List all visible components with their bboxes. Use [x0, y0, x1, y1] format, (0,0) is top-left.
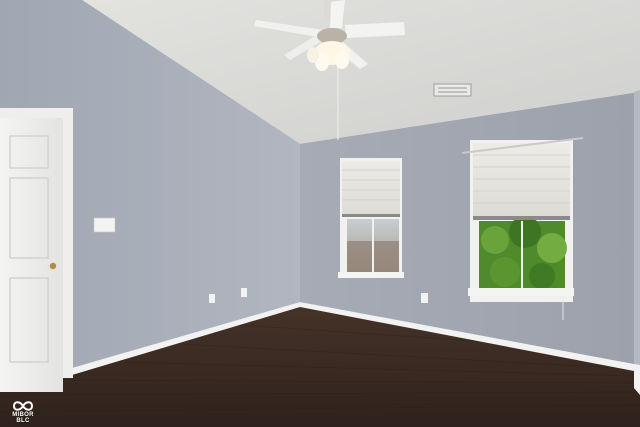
watermark-badge: MIBOR BLC	[6, 400, 40, 424]
light-switch-plate	[93, 217, 116, 233]
outlet-left-1	[209, 294, 215, 303]
door-knob	[49, 262, 57, 270]
room-photo: MIBOR BLC	[0, 0, 640, 427]
right-wall-edge	[634, 90, 640, 395]
room-scene	[0, 0, 640, 427]
outlet-left-2	[241, 288, 247, 297]
air-vent	[433, 83, 472, 97]
window-shade-right	[473, 143, 570, 219]
window-left	[338, 158, 404, 278]
window-shade-left	[342, 161, 400, 216]
window-right	[461, 137, 584, 302]
infinity-logo-icon	[12, 401, 34, 411]
outlet-back	[421, 293, 428, 303]
watermark-text: MIBOR BLC	[12, 412, 34, 424]
